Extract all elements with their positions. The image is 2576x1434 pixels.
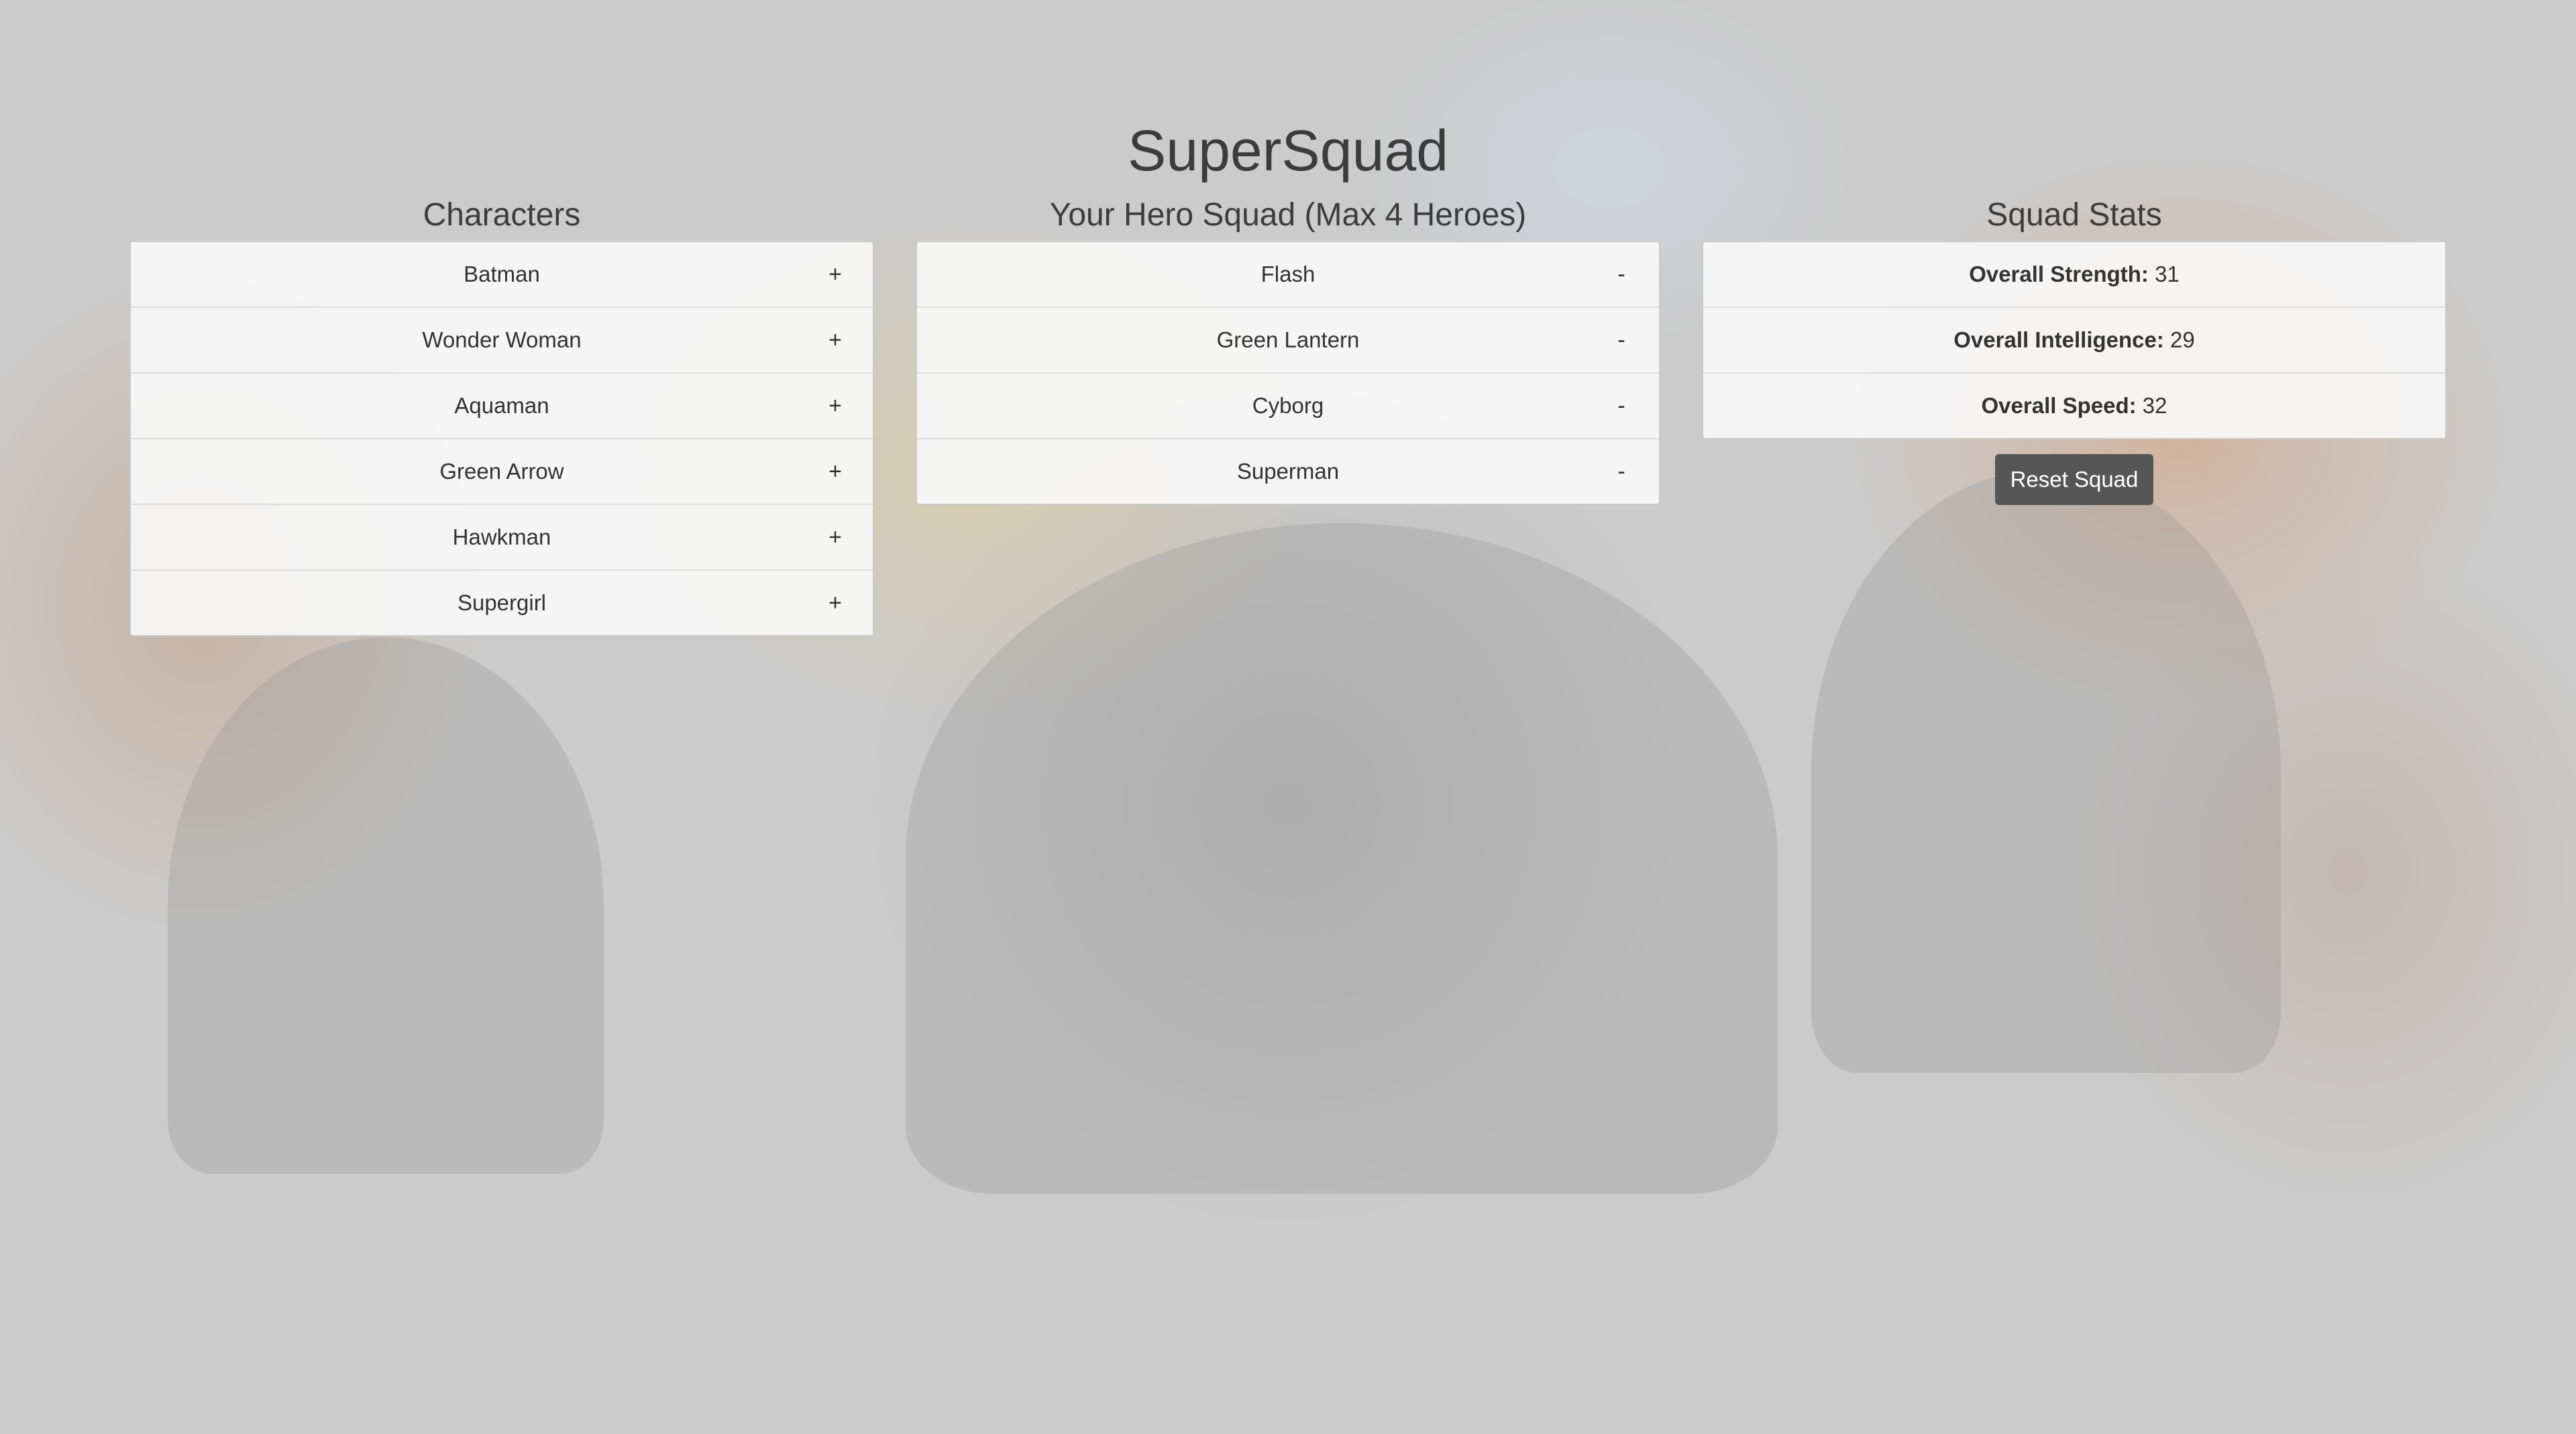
hero-name: Cyborg xyxy=(1252,393,1324,418)
stat-label: Overall Strength: xyxy=(1969,262,2155,286)
character-item: Green Arrow + xyxy=(131,438,873,504)
add-hero-button[interactable]: + xyxy=(822,505,849,569)
character-name: Aquaman xyxy=(454,393,549,418)
add-hero-button[interactable]: + xyxy=(822,308,849,372)
characters-list: Batman + Wonder Woman + Aquaman + Green … xyxy=(129,241,874,637)
add-hero-button[interactable]: + xyxy=(822,439,849,504)
squad-column: Your Hero Squad (Max 4 Heroes) Flash - G… xyxy=(916,191,1660,505)
stat-value: 31 xyxy=(2155,262,2180,286)
stat-intelligence: Overall Intelligence: 29 xyxy=(1703,307,2445,372)
squad-item: Green Lantern - xyxy=(917,307,1659,372)
character-item: Batman + xyxy=(131,242,873,307)
character-item: Aquaman + xyxy=(131,372,873,438)
remove-hero-button[interactable]: - xyxy=(1608,242,1635,307)
app-root: SuperSquad Characters Batman + Wonder Wo… xyxy=(0,0,2576,1434)
character-name: Hawkman xyxy=(452,525,551,549)
character-item: Hawkman + xyxy=(131,504,873,569)
character-name: Green Arrow xyxy=(439,459,564,484)
reset-squad-button[interactable]: Reset Squad xyxy=(1995,454,2153,505)
add-hero-button[interactable]: + xyxy=(822,242,849,307)
stat-speed: Overall Speed: 32 xyxy=(1703,372,2445,438)
page-title: SuperSquad xyxy=(1127,119,1449,183)
character-name: Wonder Woman xyxy=(422,327,582,352)
add-hero-button[interactable]: + xyxy=(822,374,849,438)
stat-label: Overall Speed: xyxy=(1981,393,2143,418)
squad-list: Flash - Green Lantern - Cyborg - Superma… xyxy=(916,241,1660,505)
character-name: Batman xyxy=(464,262,540,286)
stat-strength: Overall Strength: 31 xyxy=(1703,242,2445,307)
stat-value: 32 xyxy=(2142,393,2167,418)
stats-column: Squad Stats Overall Strength: 31 Overall… xyxy=(1702,191,2447,505)
remove-hero-button[interactable]: - xyxy=(1608,374,1635,438)
hero-name: Flash xyxy=(1260,262,1316,286)
reset-container: Reset Squad xyxy=(1702,454,2447,505)
characters-heading: Characters xyxy=(423,197,581,233)
squad-heading: Your Hero Squad (Max 4 Heroes) xyxy=(1049,197,1527,233)
squad-item: Cyborg - xyxy=(917,372,1659,438)
characters-column: Characters Batman + Wonder Woman + Aquam… xyxy=(129,191,874,637)
stats-list: Overall Strength: 31 Overall Intelligenc… xyxy=(1702,241,2447,439)
stats-heading: Squad Stats xyxy=(1986,197,2162,233)
remove-hero-button[interactable]: - xyxy=(1608,439,1635,504)
character-item: Supergirl + xyxy=(131,569,873,635)
squad-item: Flash - xyxy=(917,242,1659,307)
stat-value: 29 xyxy=(2170,327,2195,352)
squad-item: Superman - xyxy=(917,438,1659,504)
remove-hero-button[interactable]: - xyxy=(1608,308,1635,372)
hero-name: Superman xyxy=(1236,459,1340,484)
character-name: Supergirl xyxy=(457,590,547,615)
hero-name: Green Lantern xyxy=(1216,327,1360,352)
stat-label: Overall Intelligence: xyxy=(1953,327,2171,352)
add-hero-button[interactable]: + xyxy=(822,571,849,635)
character-item: Wonder Woman + xyxy=(131,307,873,372)
